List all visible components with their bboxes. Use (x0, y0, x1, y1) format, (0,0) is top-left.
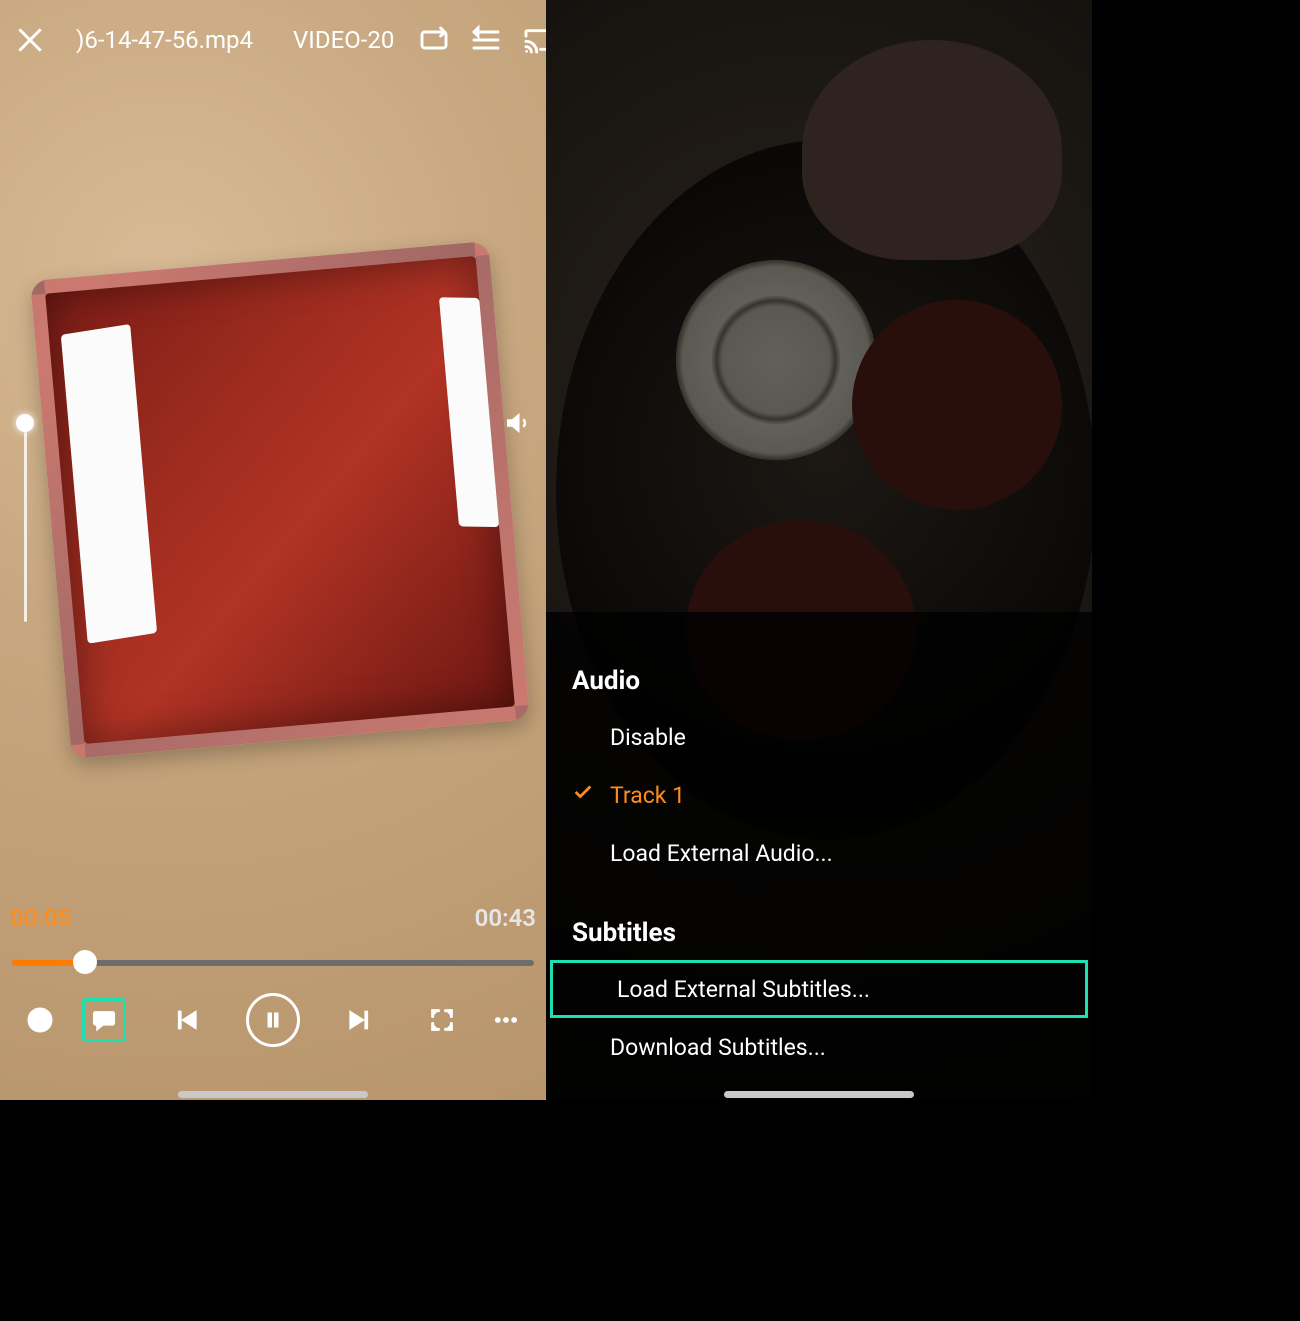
playlist-icon[interactable] (470, 23, 502, 57)
menu-item-label: Load External Audio... (610, 840, 833, 867)
audio-option-disable[interactable]: Disable (546, 708, 1092, 766)
time-row: 00:05 00:43 (10, 904, 536, 932)
patty-graphic (852, 300, 1062, 510)
home-indicator[interactable] (178, 1091, 368, 1098)
volume-icon[interactable] (502, 408, 532, 442)
current-time: 00:05 (10, 904, 71, 932)
next-track-icon[interactable] (338, 998, 382, 1042)
brightness-slider-track[interactable] (24, 432, 27, 622)
tracks-menu: Audio Disable Track 1 Load External Audi… (546, 646, 1092, 1076)
audio-option-track1[interactable]: Track 1 (546, 766, 1092, 824)
seek-thumb[interactable] (73, 950, 97, 974)
close-icon[interactable] (14, 23, 46, 57)
menu-item-label: Download Subtitles... (610, 1034, 826, 1061)
video-filename: )6-14-47-56.mp4 (76, 26, 253, 54)
menu-item-label: Disable (610, 724, 686, 751)
more-options-icon[interactable] (484, 998, 528, 1042)
subtitles-section-header: Subtitles (546, 882, 1092, 960)
tracks-menu-screen: Audio Disable Track 1 Load External Audi… (546, 0, 1092, 1100)
pause-button[interactable] (246, 993, 300, 1047)
hand-graphic (802, 40, 1062, 260)
menu-item-label: Load External Subtitles... (617, 976, 870, 1003)
cast-icon[interactable] (522, 23, 546, 57)
fullscreen-icon[interactable] (420, 998, 464, 1042)
player-controls (0, 986, 546, 1054)
audio-option-load-external[interactable]: Load External Audio... (546, 824, 1092, 882)
video-content-meat (30, 241, 530, 759)
brightness-slider-thumb[interactable] (16, 414, 34, 432)
player-top-bar: )6-14-47-56.mp4 VIDEO-20 (0, 18, 546, 62)
duration-time: 00:43 (475, 904, 536, 932)
next-video-title: VIDEO-20 (293, 26, 394, 54)
subtitles-button[interactable] (82, 998, 126, 1042)
subtitles-option-load-external[interactable]: Load External Subtitles... (550, 960, 1088, 1018)
menu-item-label: Track 1 (610, 782, 685, 809)
check-icon (572, 781, 594, 809)
audio-section-header: Audio (546, 646, 1092, 708)
subtitles-option-download[interactable]: Download Subtitles... (546, 1018, 1092, 1076)
previous-track-icon[interactable] (164, 998, 208, 1042)
video-player-screen: )6-14-47-56.mp4 VIDEO-20 00:05 00:43 (0, 0, 546, 1100)
home-indicator[interactable] (724, 1091, 914, 1098)
repeat-icon[interactable] (418, 23, 450, 57)
onion-graphic (676, 260, 876, 460)
seek-bar[interactable] (12, 952, 534, 972)
lock-rotation-icon[interactable] (18, 998, 62, 1042)
